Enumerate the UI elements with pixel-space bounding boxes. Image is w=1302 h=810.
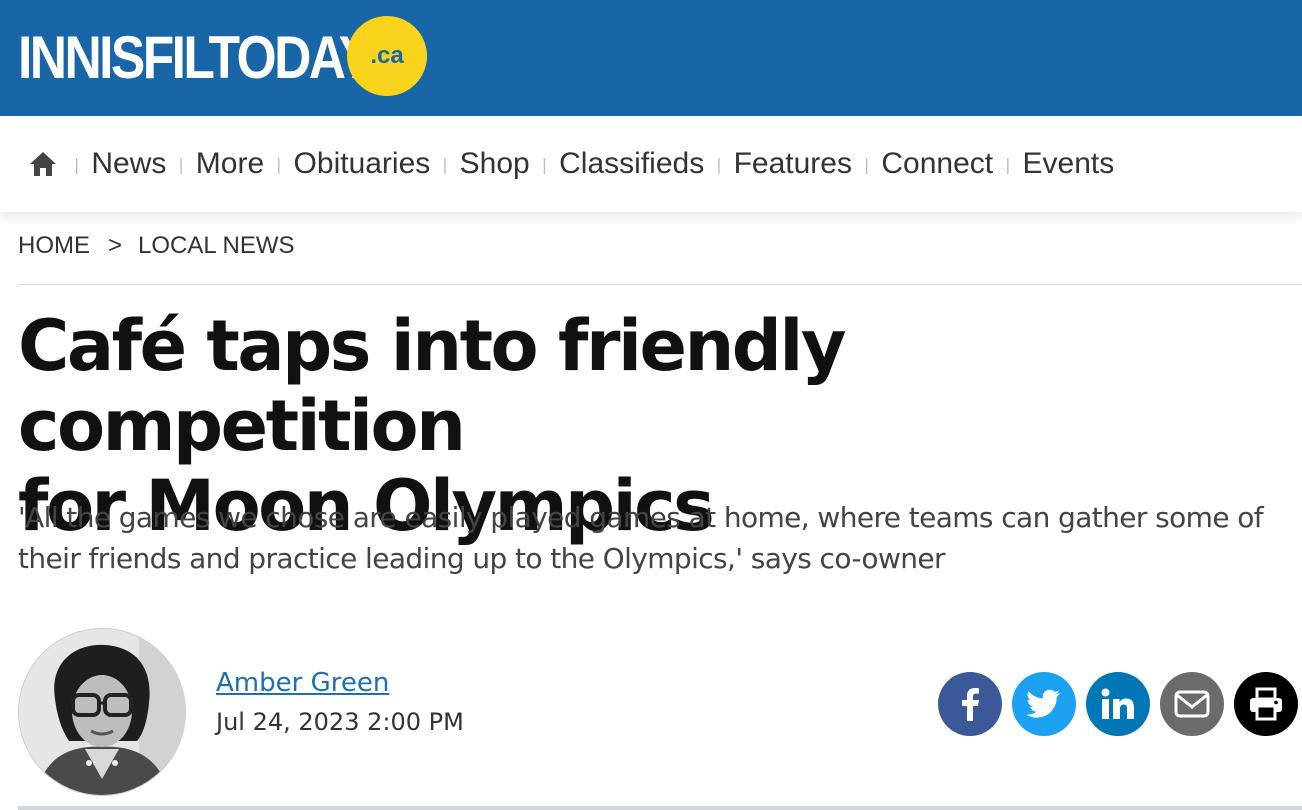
nav-divider: | <box>276 154 282 174</box>
facebook-share-button[interactable] <box>938 672 1002 736</box>
linkedin-share-button[interactable] <box>1086 672 1150 736</box>
publish-date: Jul 24, 2023 2:00 PM <box>216 708 464 736</box>
author-avatar <box>18 628 186 796</box>
article-subtitle: 'All the games we chose are easily playe… <box>18 501 1264 575</box>
nav-divider: | <box>863 154 870 174</box>
breadcrumb-separator: > <box>108 232 123 259</box>
nav-item-events[interactable]: Events <box>1023 147 1115 181</box>
nav-divider: | <box>74 154 80 174</box>
nav-item-obituaries[interactable]: Obituaries <box>294 147 431 181</box>
site-header: INNISFILTODAY .ca <box>0 0 1302 116</box>
twitter-share-button[interactable] <box>1012 672 1076 736</box>
nav-item-shop[interactable]: Shop <box>460 147 530 181</box>
article-image-top-edge <box>18 806 1302 810</box>
breadcrumb: HOME > LOCAL NEWS <box>18 232 295 260</box>
nav-item-features[interactable]: Features <box>734 147 852 181</box>
breadcrumb-home[interactable]: HOME <box>18 232 90 260</box>
logo-ca-badge: .ca <box>347 16 427 96</box>
article-title-line1: Café taps into friendly competition <box>18 305 847 467</box>
email-icon <box>1174 690 1210 718</box>
nav-item-classifieds[interactable]: Classifieds <box>559 147 704 181</box>
nav-item-news[interactable]: News <box>91 147 166 181</box>
email-share-button[interactable] <box>1160 672 1224 736</box>
nav-item-connect[interactable]: Connect <box>881 147 993 181</box>
linkedin-icon <box>1101 688 1134 719</box>
nav-item-more[interactable]: More <box>196 147 264 181</box>
main-nav: | News | More | Obituaries | Shop | Clas… <box>0 116 1302 212</box>
logo-wordmark: INNISFILTODAY <box>18 24 373 91</box>
nav-divider: | <box>1005 154 1011 174</box>
nav-divider: | <box>178 154 184 174</box>
author-link[interactable]: Amber Green <box>216 668 389 698</box>
site-logo[interactable]: INNISFILTODAY .ca <box>18 16 428 98</box>
home-icon[interactable] <box>28 149 58 179</box>
facebook-icon <box>962 688 979 721</box>
twitter-icon <box>1027 689 1060 718</box>
nav-divider: | <box>541 154 548 174</box>
nav-divider: | <box>442 154 448 174</box>
nav-divider: | <box>716 154 722 174</box>
print-icon <box>1250 687 1282 721</box>
print-share-button[interactable] <box>1234 672 1298 736</box>
breadcrumb-divider <box>18 284 1302 285</box>
breadcrumb-local-news[interactable]: LOCAL NEWS <box>138 232 294 260</box>
